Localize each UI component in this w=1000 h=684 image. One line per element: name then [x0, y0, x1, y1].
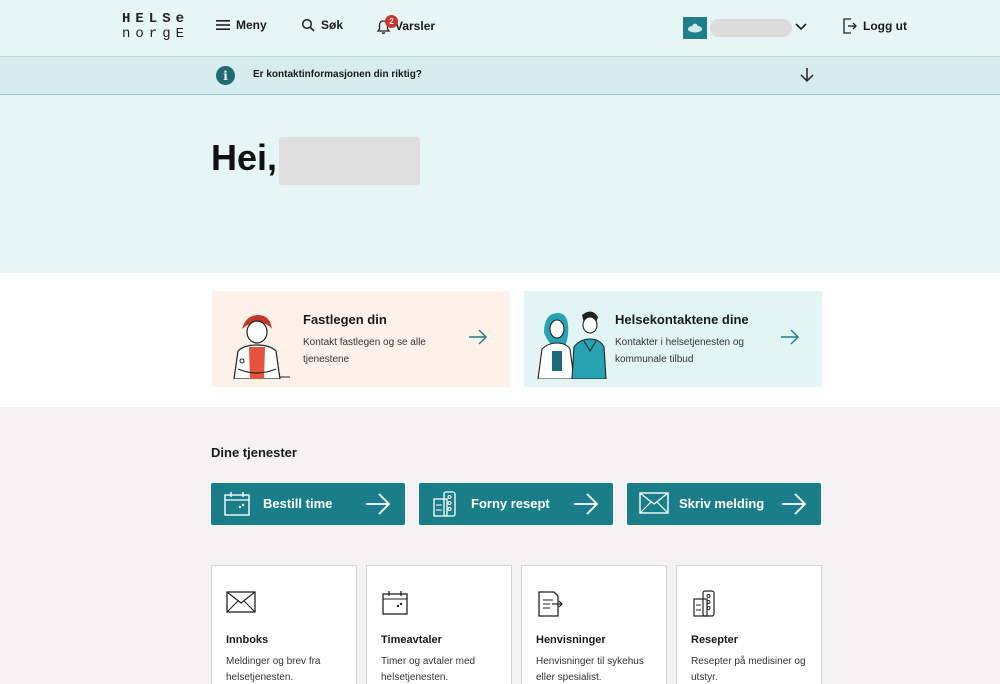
arrow-right-icon	[781, 329, 799, 345]
fastlegen-title: Fastlegen din	[303, 312, 387, 327]
henvisninger-tile[interactable]: Henvisninger Henvisninger til sykehus el…	[521, 565, 667, 684]
calendar-icon	[224, 492, 250, 516]
contact-info-text: Er kontaktinformasjonen din riktig?	[253, 69, 422, 80]
doctor-illustration-icon	[233, 315, 290, 379]
fastlegen-card[interactable]: Fastlegen din Kontakt fastlegen og se al…	[212, 291, 510, 387]
arrow-right-icon	[782, 493, 807, 515]
helsekontakter-desc: Kontakter i helsetjenesten og kommunale …	[615, 337, 744, 365]
resepter-tile[interactable]: Resepter Resepter på medisiner og utstyr…	[676, 565, 822, 684]
menu-label: Meny	[236, 18, 267, 32]
search-icon	[301, 18, 315, 32]
fastlegen-desc: Kontakt fastlegen og se alle tjenestene	[303, 337, 426, 365]
bestill-time-label: Bestill time	[263, 496, 333, 511]
envelope-icon	[639, 492, 669, 514]
contacts-section: Fastlegen din Kontakt fastlegen og se al…	[0, 273, 1000, 407]
alerts-icon-wrap: 2	[376, 15, 398, 34]
search-label: Søk	[321, 18, 344, 32]
forny-resept-label: Forny resept	[471, 496, 550, 511]
prescription-icon	[693, 590, 715, 617]
arrow-right-icon	[469, 329, 487, 345]
user-avatar[interactable]	[683, 17, 707, 39]
helsekontakter-title: Helsekontaktene dine	[615, 312, 749, 327]
envelope-icon	[226, 591, 256, 613]
user-profile-icon	[688, 23, 702, 33]
chevron-down-icon[interactable]	[795, 23, 807, 31]
timeavtaler-tile[interactable]: Timeavtaler Timer og avtaler med helsetj…	[366, 565, 512, 684]
helsenorge-logo[interactable]: HELSe norgE	[122, 12, 192, 42]
innboks-title: Innboks	[226, 634, 269, 646]
user-name-redacted-large	[279, 137, 420, 185]
menu-button[interactable]: Meny	[216, 18, 267, 32]
logout-icon	[843, 18, 857, 34]
alerts-button[interactable]: 2 Varsler	[376, 15, 436, 34]
alerts-count-badge: 2	[385, 15, 398, 28]
health-workers-illustration-icon	[537, 311, 607, 379]
prescription-icon	[433, 491, 456, 517]
resepter-desc: Resepter på medisiner og utstyr.	[691, 656, 806, 683]
logout-button[interactable]: Logg ut	[843, 18, 907, 34]
contact-info-banner[interactable]: i Er kontaktinformasjonen din riktig?	[0, 57, 1000, 95]
helsekontakter-card[interactable]: Helsekontaktene dine Kontakter i helsetj…	[524, 291, 822, 387]
greeting-heading: Hei,	[211, 137, 278, 178]
skriv-melding-button[interactable]: Skriv melding	[627, 483, 821, 525]
site-header: HELSe norgE Meny Søk 2 Varsler A Logg ut	[0, 0, 1000, 57]
services-heading: Dine tjenester	[211, 445, 297, 460]
referral-document-icon	[538, 591, 563, 617]
resepter-title: Resepter	[691, 634, 739, 646]
henvisninger-title: Henvisninger	[536, 634, 606, 646]
search-button[interactable]: Søk	[301, 18, 343, 32]
arrow-down-icon[interactable]	[798, 66, 816, 84]
alerts-label: Varsler	[395, 19, 436, 33]
innboks-desc: Meldinger og brev fra helsetjenesten.	[226, 656, 321, 683]
timeavtaler-title: Timeavtaler	[381, 634, 442, 646]
timeavtaler-desc: Timer og avtaler med helsetjenesten.	[381, 656, 476, 683]
arrow-right-icon	[366, 493, 391, 515]
skriv-melding-label: Skriv melding	[679, 496, 765, 511]
innboks-tile[interactable]: Innboks Meldinger og brev fra helsetjene…	[211, 565, 357, 684]
forny-resept-button[interactable]: Forny resept	[419, 483, 613, 525]
info-icon: i	[216, 66, 235, 85]
user-name-redacted[interactable]	[710, 19, 792, 37]
henvisninger-desc: Henvisninger til sykehus eller spesialis…	[536, 656, 644, 683]
hero-section: Hei,	[0, 95, 1000, 273]
arrow-right-icon	[574, 493, 599, 515]
logo-line-top: HELSe	[122, 11, 190, 27]
calendar-icon	[382, 591, 408, 615]
bestill-time-button[interactable]: Bestill time	[211, 483, 405, 525]
logo-line-bottom: norgE	[122, 26, 190, 42]
hamburger-icon	[216, 20, 230, 30]
logout-label: Logg ut	[863, 19, 907, 33]
